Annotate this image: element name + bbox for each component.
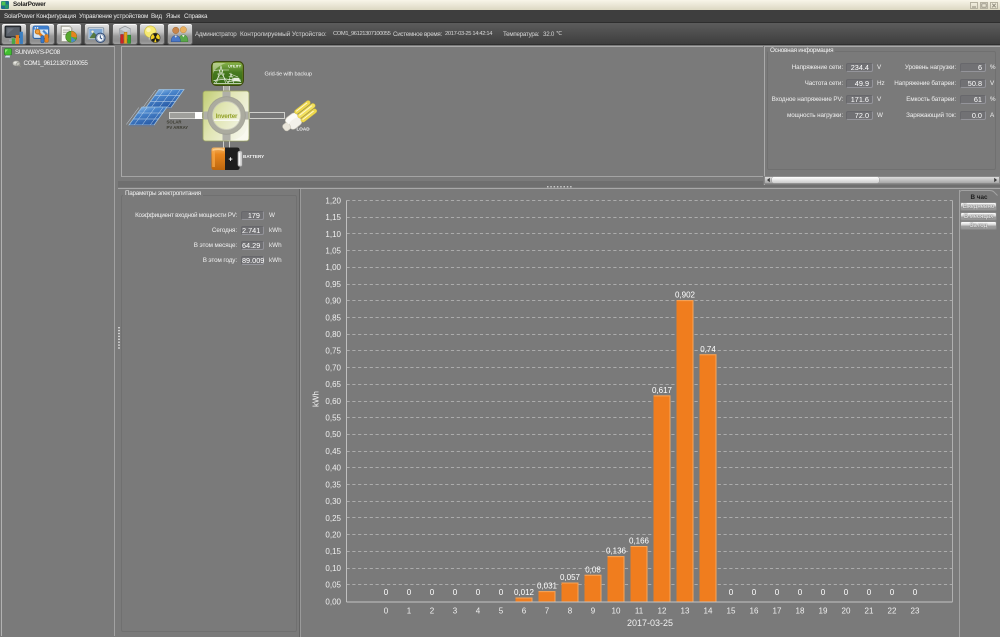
svg-text:4: 4 bbox=[476, 607, 481, 616]
svg-text:23: 23 bbox=[911, 607, 920, 616]
svg-text:0,057: 0,057 bbox=[560, 573, 581, 582]
svg-text:0: 0 bbox=[729, 588, 734, 597]
svg-text:0: 0 bbox=[821, 588, 826, 597]
svg-text:0,25: 0,25 bbox=[325, 514, 341, 523]
svg-text:0,75: 0,75 bbox=[325, 347, 341, 356]
svg-text:1,10: 1,10 bbox=[325, 230, 341, 239]
svg-text:0,00: 0,00 bbox=[325, 597, 341, 606]
svg-text:0: 0 bbox=[430, 588, 435, 597]
svg-text:14: 14 bbox=[704, 607, 713, 616]
svg-text:0,95: 0,95 bbox=[325, 280, 341, 289]
svg-text:0,55: 0,55 bbox=[325, 414, 341, 423]
svg-text:13: 13 bbox=[681, 607, 690, 616]
svg-text:0,30: 0,30 bbox=[325, 497, 341, 506]
svg-text:0,70: 0,70 bbox=[325, 363, 341, 372]
svg-text:16: 16 bbox=[750, 607, 759, 616]
svg-text:0,166: 0,166 bbox=[629, 537, 650, 546]
svg-text:0,60: 0,60 bbox=[325, 397, 341, 406]
svg-text:15: 15 bbox=[727, 607, 736, 616]
svg-text:1,15: 1,15 bbox=[325, 213, 341, 222]
svg-text:0,35: 0,35 bbox=[325, 480, 341, 489]
svg-text:0,74: 0,74 bbox=[700, 345, 716, 354]
svg-text:2017-03-25: 2017-03-25 bbox=[627, 618, 673, 628]
svg-text:1,05: 1,05 bbox=[325, 247, 341, 256]
svg-text:22: 22 bbox=[888, 607, 897, 616]
svg-text:7: 7 bbox=[545, 607, 550, 616]
svg-text:0,136: 0,136 bbox=[606, 547, 627, 556]
svg-text:0,40: 0,40 bbox=[325, 464, 341, 473]
svg-text:0,05: 0,05 bbox=[325, 581, 341, 590]
svg-text:0,45: 0,45 bbox=[325, 447, 341, 456]
svg-text:0: 0 bbox=[867, 588, 872, 597]
svg-text:0,902: 0,902 bbox=[675, 291, 696, 300]
svg-text:21: 21 bbox=[865, 607, 874, 616]
svg-text:0,031: 0,031 bbox=[537, 582, 558, 591]
svg-text:0: 0 bbox=[384, 607, 389, 616]
svg-text:0: 0 bbox=[453, 588, 458, 597]
svg-text:1,00: 1,00 bbox=[325, 263, 341, 272]
svg-text:12: 12 bbox=[658, 607, 667, 616]
svg-text:0: 0 bbox=[844, 588, 849, 597]
svg-text:5: 5 bbox=[499, 607, 504, 616]
svg-text:0,617: 0,617 bbox=[652, 386, 673, 395]
svg-text:0: 0 bbox=[476, 588, 481, 597]
svg-text:1,20: 1,20 bbox=[325, 196, 341, 205]
svg-text:0,08: 0,08 bbox=[585, 565, 601, 574]
svg-text:0,20: 0,20 bbox=[325, 531, 341, 540]
svg-text:19: 19 bbox=[819, 607, 828, 616]
svg-text:kWh: kWh bbox=[312, 391, 321, 407]
svg-text:0: 0 bbox=[499, 588, 504, 597]
svg-text:0: 0 bbox=[384, 588, 389, 597]
svg-text:0: 0 bbox=[752, 588, 757, 597]
svg-text:0,85: 0,85 bbox=[325, 313, 341, 322]
svg-text:20: 20 bbox=[842, 607, 851, 616]
svg-text:0,50: 0,50 bbox=[325, 430, 341, 439]
svg-text:0,65: 0,65 bbox=[325, 380, 341, 389]
svg-text:0: 0 bbox=[890, 588, 895, 597]
svg-text:0,012: 0,012 bbox=[514, 588, 535, 597]
svg-text:1: 1 bbox=[407, 607, 412, 616]
svg-text:0,90: 0,90 bbox=[325, 297, 341, 306]
svg-text:0,80: 0,80 bbox=[325, 330, 341, 339]
svg-text:8: 8 bbox=[568, 607, 573, 616]
svg-text:0: 0 bbox=[913, 588, 918, 597]
svg-text:9: 9 bbox=[591, 607, 596, 616]
svg-text:10: 10 bbox=[612, 607, 621, 616]
svg-text:6: 6 bbox=[522, 607, 527, 616]
svg-text:3: 3 bbox=[453, 607, 458, 616]
svg-text:0: 0 bbox=[775, 588, 780, 597]
svg-text:2: 2 bbox=[430, 607, 435, 616]
svg-text:0: 0 bbox=[407, 588, 412, 597]
svg-text:0,15: 0,15 bbox=[325, 547, 341, 556]
svg-text:11: 11 bbox=[635, 607, 644, 616]
svg-text:0: 0 bbox=[798, 588, 803, 597]
svg-text:17: 17 bbox=[773, 607, 782, 616]
svg-text:18: 18 bbox=[796, 607, 805, 616]
svg-text:0,10: 0,10 bbox=[325, 564, 341, 573]
